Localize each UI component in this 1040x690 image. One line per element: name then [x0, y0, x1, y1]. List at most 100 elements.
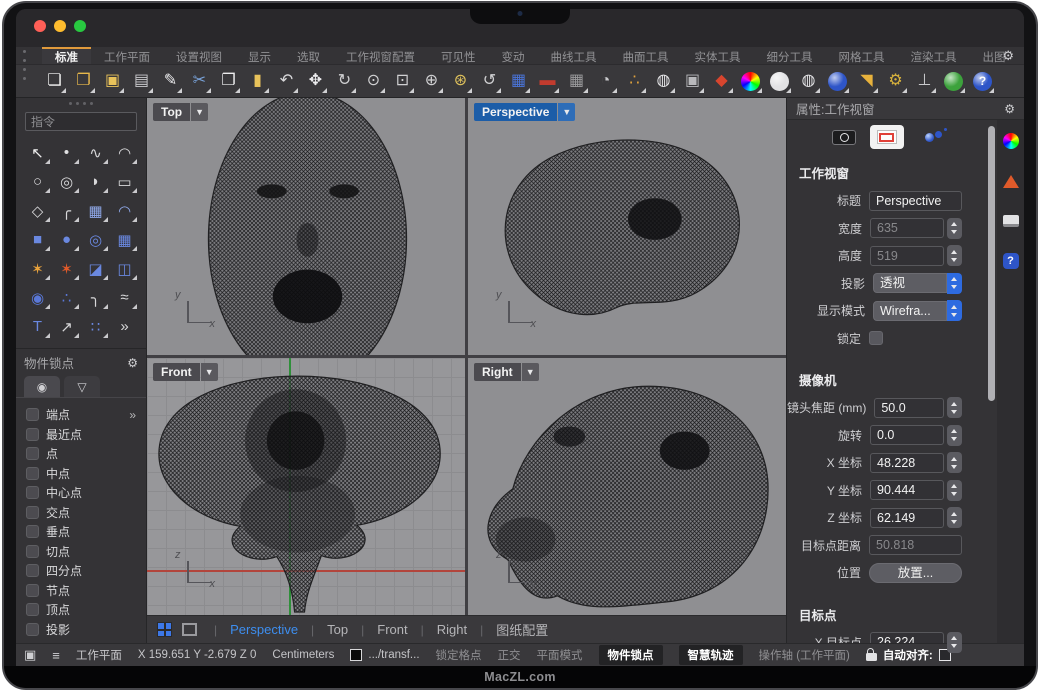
render-side-tab[interactable] — [1002, 172, 1020, 190]
status-item[interactable]: Centimeters — [272, 649, 334, 661]
cut-icon[interactable]: ✂ — [187, 69, 212, 94]
help-icon[interactable]: ? — [970, 69, 995, 94]
viewport-tab[interactable]: Perspective — [201, 620, 298, 639]
layer-color-swatch[interactable] — [350, 649, 362, 661]
viewport-layout-icon[interactable]: ▦ — [506, 69, 531, 94]
menu-tab[interactable]: 选取 — [284, 47, 333, 64]
stepper-control[interactable] — [947, 397, 962, 418]
snap-checkbox[interactable] — [26, 623, 39, 636]
control-points-icon[interactable]: ∴ — [622, 69, 647, 94]
viewport-top-label[interactable]: Top ▼ — [153, 103, 208, 121]
stepper-control[interactable] — [947, 425, 962, 446]
viewport-properties-tab[interactable] — [870, 125, 904, 149]
select-cursor-icon[interactable]: ↖ — [24, 139, 51, 166]
undo-icon[interactable]: ↶ — [274, 69, 299, 94]
menu-tab[interactable]: 工作平面 — [91, 47, 163, 64]
property-value[interactable]: 62.149 — [870, 508, 944, 528]
rectangle-icon[interactable]: ▭ — [111, 168, 138, 195]
circle-icon[interactable]: ○ — [24, 168, 51, 195]
viewport-front-label[interactable]: Front ▼ — [153, 363, 218, 381]
layer-panel-icon[interactable]: ▣ — [24, 647, 36, 663]
camera-properties-tab[interactable] — [827, 125, 861, 149]
osnap-tab[interactable]: ◉ — [24, 376, 60, 397]
sidebar-drag-handle[interactable] — [16, 98, 146, 108]
surface-patch-icon[interactable]: ▦ — [82, 197, 109, 224]
snap-checkbox[interactable] — [26, 506, 39, 519]
menu-tab[interactable]: 细分工具 — [754, 47, 826, 64]
chevron-down-icon[interactable]: ▼ — [558, 103, 575, 121]
curve-icon[interactable]: ∿ — [82, 139, 109, 166]
spheres-properties-tab[interactable] — [913, 125, 947, 149]
zoom-selected-icon[interactable]: ⊛ — [448, 69, 473, 94]
snap-checkbox[interactable] — [26, 525, 39, 538]
menu-tab[interactable]: 变动 — [489, 47, 538, 64]
menu-tab[interactable]: 工作视窗配置 — [333, 47, 428, 64]
explode-icon[interactable]: ✶ — [24, 255, 51, 282]
lock-icon[interactable]: ▣ — [680, 69, 705, 94]
zoom-button[interactable] — [74, 20, 86, 32]
rotate-view-icon[interactable]: ↻ — [332, 69, 357, 94]
property-value[interactable]: 50.818 — [869, 535, 962, 555]
property-value[interactable]: 635 — [870, 218, 944, 238]
arc-icon[interactable]: ◠ — [111, 139, 138, 166]
surface-bend-icon[interactable]: ◠ — [111, 197, 138, 224]
burst-icon[interactable]: ✶ — [53, 255, 80, 282]
zoom-window-icon[interactable]: ⊡ — [390, 69, 415, 94]
menu-tab[interactable]: 设置视图 — [163, 47, 235, 64]
dimension-icon[interactable]: ⊥ — [912, 69, 937, 94]
viewport-top[interactable]: Top ▼ y x — [147, 98, 465, 355]
viewport-right-label[interactable]: Right ▼ — [474, 363, 539, 381]
snap-checkbox[interactable] — [26, 545, 39, 558]
stepper-control[interactable] — [947, 452, 962, 473]
pan-hand-icon[interactable]: ✥ — [303, 69, 328, 94]
stepper-control[interactable] — [947, 507, 962, 528]
torus-icon[interactable]: ◎ — [82, 226, 109, 253]
snap-checkbox[interactable] — [26, 428, 39, 441]
menu-tab[interactable]: 曲线工具 — [538, 47, 610, 64]
stepper-control[interactable] — [947, 632, 962, 653]
arc-3pt-icon[interactable]: ◗ — [82, 168, 109, 195]
snap-option-row[interactable]: 顶点 — [26, 600, 138, 620]
snap-option-row[interactable]: 交点 — [26, 503, 138, 523]
render-icon[interactable] — [941, 69, 966, 94]
property-value[interactable]: Wirefra... — [873, 301, 947, 321]
chevron-down-icon[interactable]: ▼ — [191, 103, 208, 121]
command-input[interactable] — [25, 112, 137, 131]
blue-sphere-icon[interactable] — [825, 69, 850, 94]
spotlight-icon[interactable]: ◥ — [854, 69, 879, 94]
curve-blend-icon[interactable]: ╭ — [53, 197, 80, 224]
menu-tab[interactable]: 标准 — [42, 47, 91, 64]
status-item[interactable]: 智慧轨迹 — [679, 645, 743, 665]
shaded-cone-icon[interactable]: ◆ — [709, 69, 734, 94]
menu-tab[interactable]: 渲染工具 — [898, 47, 970, 64]
property-value[interactable]: 50.0 — [874, 398, 944, 418]
boolean-icon[interactable]: ◉ — [24, 284, 51, 311]
scrollbar[interactable] — [986, 120, 997, 643]
snap-option-row[interactable]: 切点 — [26, 542, 138, 562]
viewport-tab[interactable]: Top — [298, 620, 348, 639]
mesh-surface-icon[interactable]: ▦ — [111, 226, 138, 253]
snap-checkbox[interactable] — [26, 584, 39, 597]
trim-icon[interactable]: ◪ — [82, 255, 109, 282]
stepper-control[interactable] — [947, 218, 962, 239]
menu-settings-gear-icon[interactable]: ⚙ — [1002, 47, 1014, 65]
menu-tab[interactable]: 网格工具 — [826, 47, 898, 64]
viewport-tab[interactable]: Front — [348, 620, 407, 639]
lock-checkbox[interactable] — [869, 331, 883, 345]
viewport-tab[interactable]: 图纸配置 — [467, 620, 548, 639]
snap-option-row[interactable]: 四分点 — [26, 561, 138, 581]
menu-tab[interactable]: 曲面工具 — [610, 47, 682, 64]
paste-icon[interactable]: ▮ — [245, 69, 270, 94]
drag-handle[interactable] — [23, 50, 26, 80]
snap-checkbox[interactable] — [26, 447, 39, 460]
snap-checkbox[interactable] — [26, 564, 39, 577]
viewport-perspective[interactable]: Perspective ▼ y x — [468, 98, 786, 355]
box-icon[interactable]: ■ — [24, 226, 51, 253]
stepper-control[interactable] — [947, 300, 962, 321]
minimize-button[interactable] — [54, 20, 66, 32]
help-side-tab[interactable]: ? — [1002, 252, 1020, 270]
stepper-control[interactable] — [947, 480, 962, 501]
color-wheel-icon[interactable] — [738, 69, 763, 94]
new-file-icon[interactable]: ❏ — [42, 69, 67, 94]
property-value[interactable]: 0.0 — [870, 425, 944, 445]
